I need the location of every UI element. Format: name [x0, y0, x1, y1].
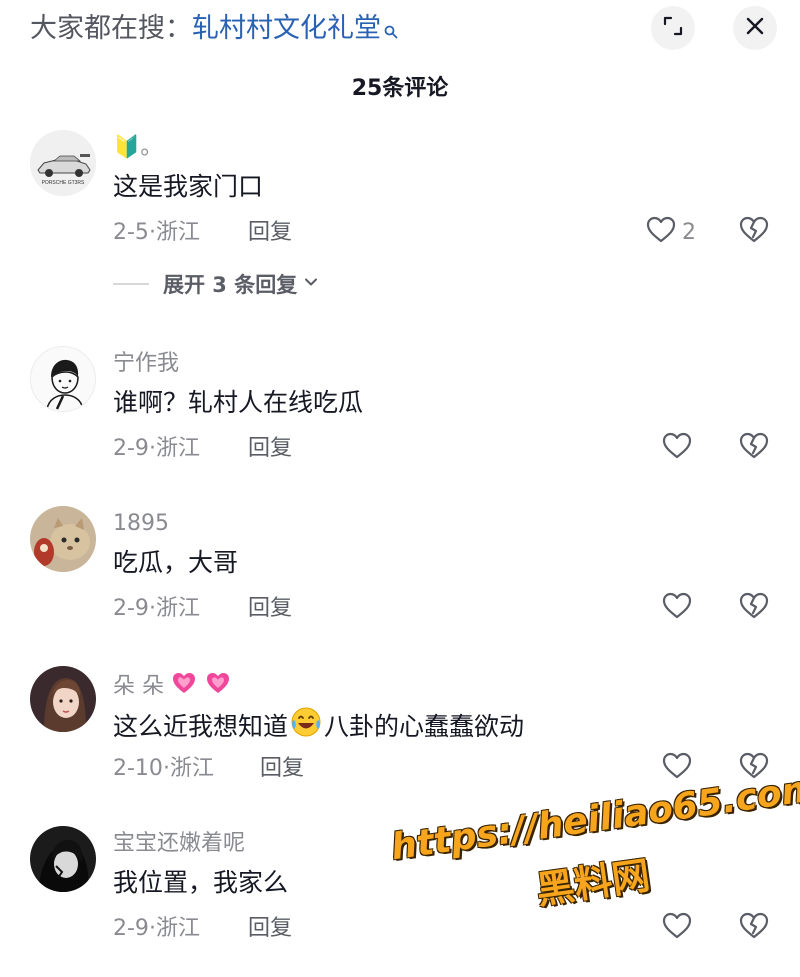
comment-text: 吃瓜，大哥 — [113, 548, 239, 577]
comment-text: 谁啊？轧村人在线吃瓜 — [113, 388, 364, 417]
dislike-button[interactable] — [736, 910, 772, 946]
broken-heart-icon — [739, 592, 769, 624]
avatar[interactable] — [30, 506, 96, 572]
comment-location: 浙江 — [169, 756, 214, 781]
comment-text: 这么近我想知道 八卦的心蠢蠢欲动 — [113, 706, 524, 747]
reply-button[interactable]: 回复 — [260, 754, 304, 784]
like-button[interactable] — [662, 590, 692, 626]
comment-count: 25条评论 — [351, 76, 449, 101]
heart-icon — [646, 216, 676, 248]
username-text: 朵 朵 — [113, 674, 164, 699]
expand-icon — [662, 15, 684, 41]
like-count: 2 — [682, 219, 696, 245]
comment-meta: 2-9·浙江 — [113, 916, 200, 941]
reply-button[interactable]: 回复 — [248, 594, 292, 624]
comment-text: 我位置，我家么 — [113, 868, 289, 897]
username[interactable]: 宝宝还嫩着呢 — [113, 830, 245, 858]
like-button[interactable]: 2 — [646, 214, 696, 250]
reply-button[interactable]: 回复 — [248, 218, 292, 248]
comment-location: 浙江 — [155, 220, 200, 245]
comment-meta: 2-10·浙江 — [113, 756, 214, 781]
divider-line — [113, 283, 149, 285]
broken-heart-icon — [739, 216, 769, 248]
comment-meta: 2-5·浙江 — [113, 220, 200, 245]
comment-text-part: 八卦的心蠢蠢欲动 — [324, 711, 525, 741]
search-term-link[interactable]: 轧村村文化礼堂 — [192, 13, 381, 44]
avatar-logo-text: PORSCHE GT3RS — [42, 180, 85, 186]
comment-date: 2-10 — [113, 756, 163, 781]
avatar[interactable] — [30, 826, 96, 892]
comment-item: 宁作我 谁啊？轧村人在线吃瓜 2-9·浙江 回复 — [0, 346, 800, 476]
comment-text-part: 这么近我想知道 — [113, 711, 289, 741]
reply-button[interactable]: 回复 — [248, 914, 292, 944]
comment-location: 浙江 — [155, 436, 200, 461]
comment-meta: 2-9·浙江 — [113, 596, 200, 621]
comment-date: 2-9 — [113, 596, 149, 621]
username[interactable]: 宁作我 — [113, 350, 179, 378]
broken-heart-icon — [739, 432, 769, 464]
expand-button[interactable] — [651, 6, 695, 50]
comment-text: 这是我家门口 — [113, 172, 264, 201]
broken-heart-icon — [739, 912, 769, 944]
close-icon — [744, 15, 766, 41]
avatar[interactable] — [30, 346, 96, 412]
dislike-button[interactable] — [736, 214, 772, 250]
like-button[interactable] — [662, 430, 692, 466]
chevron-down-icon — [303, 274, 319, 294]
dislike-button[interactable] — [736, 430, 772, 466]
heart-icon — [662, 592, 692, 624]
close-button[interactable] — [733, 6, 777, 50]
avatar[interactable]: PORSCHE GT3RS — [30, 130, 96, 196]
username[interactable]: 朵 朵 — [113, 670, 232, 704]
sparkling-heart-icon — [204, 670, 232, 704]
comments-header: 大家都在搜：轧村村文化礼堂 — [0, 0, 800, 62]
expand-replies-button[interactable]: 展开 3 条回复 — [113, 268, 319, 300]
comment-date: 2-5 — [113, 220, 149, 245]
comment-date: 2-9 — [113, 916, 149, 941]
sparkling-heart-icon — [170, 670, 198, 704]
comment-meta: 2-9·浙江 — [113, 436, 200, 461]
search-prefix: 大家都在搜： — [30, 13, 192, 44]
search-icon — [384, 14, 398, 48]
laughing-crying-emoji-icon — [290, 706, 322, 747]
username[interactable]: 1895 — [113, 510, 169, 538]
comments-page: 大家都在搜：轧村村文化礼堂 25条评论 PORSCHE GT3RS � — [0, 0, 800, 977]
heart-icon — [662, 432, 692, 464]
comment-location: 浙江 — [155, 596, 200, 621]
avatar[interactable] — [30, 666, 96, 732]
username[interactable]: 🔰。 — [113, 134, 162, 162]
comment-item: 1895 吃瓜，大哥 2-9·浙江 回复 — [0, 506, 800, 636]
reply-button[interactable]: 回复 — [248, 434, 292, 464]
comment-date: 2-9 — [113, 436, 149, 461]
expand-replies-label: 展开 3 条回复 — [163, 273, 298, 297]
dislike-button[interactable] — [736, 590, 772, 626]
comment-location: 浙江 — [155, 916, 200, 941]
trending-search-hint[interactable]: 大家都在搜：轧村村文化礼堂 — [30, 12, 398, 48]
